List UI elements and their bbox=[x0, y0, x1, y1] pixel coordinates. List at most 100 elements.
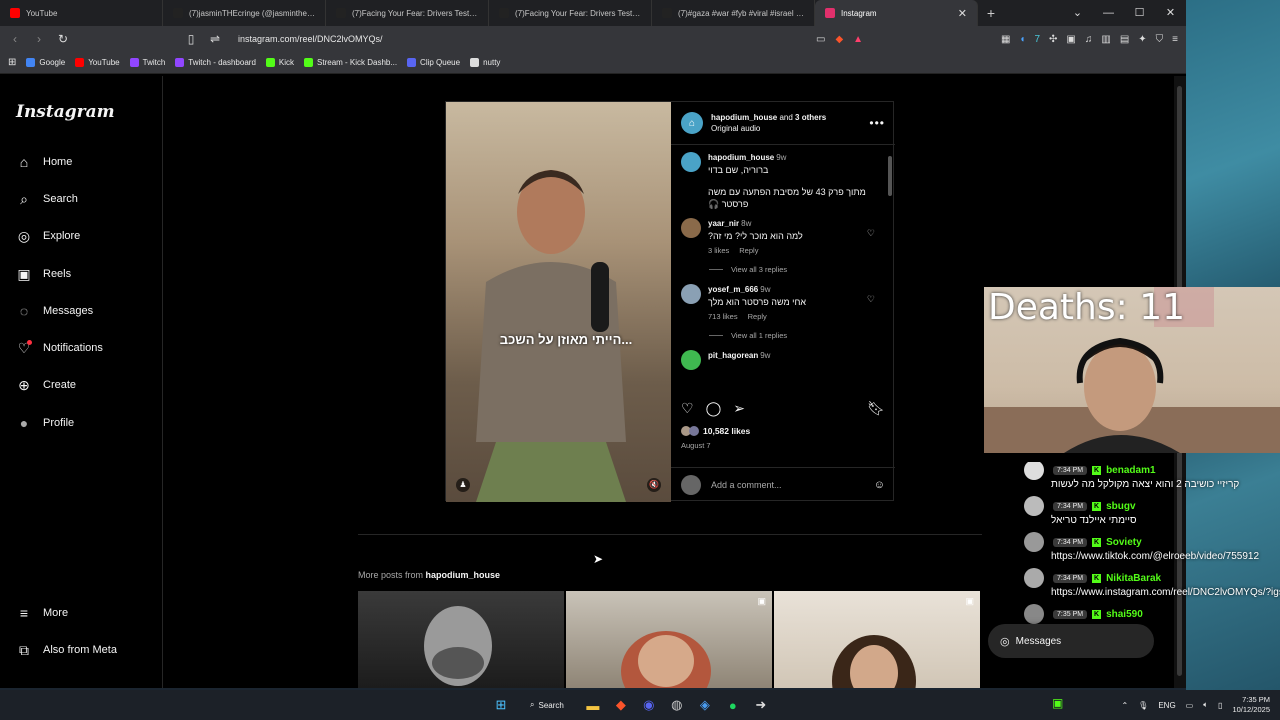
mute-icon[interactable]: 🔇 bbox=[647, 478, 661, 492]
comment-icon[interactable]: ◯ bbox=[706, 400, 722, 417]
nav-home[interactable]: ⌂ Home bbox=[15, 153, 73, 171]
likes-count[interactable]: 10,582 likes bbox=[681, 426, 750, 436]
browser-tab[interactable]: YouTube bbox=[0, 0, 163, 26]
save-icon[interactable]: 🔖︎ bbox=[867, 400, 885, 417]
chevron-down-icon[interactable]: ⌄ bbox=[1062, 0, 1093, 26]
tagged-user-icon[interactable]: ♟ bbox=[456, 478, 470, 492]
url-field[interactable]: instagram.com/reel/DNC2lvOMYQs/ bbox=[238, 34, 383, 44]
brave-browser-icon[interactable]: ◆ bbox=[612, 696, 630, 714]
bookmark-item[interactable]: Google bbox=[26, 58, 65, 67]
volume-icon[interactable]: 🔈︎ bbox=[1203, 700, 1208, 710]
browser-tab[interactable]: Instagram ✕ bbox=[815, 0, 978, 26]
obs-icon[interactable]: ◍ bbox=[668, 696, 686, 714]
language-indicator[interactable]: ENG bbox=[1158, 701, 1175, 710]
view-replies-button[interactable]: View all 3 replies bbox=[709, 265, 885, 274]
sound-icon[interactable]: ◖ bbox=[1019, 34, 1025, 45]
bookmark-page-icon[interactable]: ▯ bbox=[184, 32, 198, 46]
more-posts-user[interactable]: hapodium_house bbox=[426, 570, 501, 580]
taskbar-search[interactable]: ⌕ Search bbox=[520, 700, 574, 710]
comment-reply-button[interactable]: Reply bbox=[739, 245, 758, 257]
bookmark-item[interactable]: Clip Queue bbox=[407, 58, 460, 67]
comment-likes[interactable]: 713 likes bbox=[708, 311, 738, 323]
forward-icon[interactable]: › bbox=[32, 32, 46, 46]
view-replies-button[interactable]: View all 1 replies bbox=[709, 331, 885, 340]
post-thumbnail[interactable]: ▣ bbox=[566, 591, 772, 688]
spotify-icon[interactable]: ● bbox=[724, 696, 742, 714]
brave-shield-icon[interactable]: ◆ bbox=[835, 34, 843, 45]
tray-chevron-icon[interactable]: ⌃ bbox=[1121, 701, 1128, 710]
sidebar-icon[interactable]: ▥ bbox=[1101, 34, 1110, 45]
browser-tab[interactable]: (7)jasminTHEcringe (@jasminthecring bbox=[163, 0, 326, 26]
nav-profile[interactable]: ● Profile bbox=[15, 414, 74, 432]
nav-create[interactable]: ⊕ Create bbox=[15, 376, 76, 394]
bookmark-item[interactable]: Stream - Kick Dashb... bbox=[304, 58, 397, 67]
menu-icon[interactable]: ≡ bbox=[1172, 34, 1178, 45]
browser-tab[interactable]: (7)Facing Your Fear: Drivers Test Anxi bbox=[489, 0, 652, 26]
windows-start-icon[interactable]: ⊞ bbox=[492, 696, 510, 714]
comments-scrollbar[interactable] bbox=[887, 150, 893, 392]
comment-avatar[interactable] bbox=[681, 284, 701, 304]
battery-icon[interactable]: ▯ bbox=[1218, 701, 1222, 710]
comment-likes[interactable]: 3 likes bbox=[708, 245, 729, 257]
author-username[interactable]: hapodium_house bbox=[711, 113, 777, 122]
file-explorer-icon[interactable]: ▬ bbox=[584, 696, 602, 714]
wallet-icon[interactable]: ▤ bbox=[1120, 34, 1129, 45]
comment-like-icon[interactable]: ♡ bbox=[867, 228, 875, 239]
nav-more[interactable]: ≡ More bbox=[15, 604, 68, 622]
new-tab-icon[interactable]: + bbox=[978, 0, 1004, 26]
nav-reels[interactable]: ▣ Reels bbox=[15, 265, 71, 283]
close-icon[interactable]: ✕ bbox=[1155, 0, 1186, 26]
nav-also-from-meta[interactable]: ⧉ Also from Meta bbox=[15, 641, 117, 659]
screenshot-icon[interactable]: ▣ bbox=[1066, 34, 1075, 45]
post-thumbnail[interactable]: ▣ bbox=[774, 591, 980, 688]
brave-rewards-icon[interactable]: ▲ bbox=[853, 34, 863, 45]
reload-icon[interactable]: ↻ bbox=[56, 32, 70, 46]
instagram-logo[interactable]: Instagram bbox=[16, 102, 115, 122]
comment-reply-button[interactable]: Reply bbox=[748, 311, 767, 323]
comment-input[interactable]: Add a comment... bbox=[711, 480, 864, 490]
browser-tab[interactable]: (7)Facing Your Fear: Drivers Test Anxi bbox=[326, 0, 489, 26]
bookmark-item[interactable]: nutty bbox=[470, 58, 500, 67]
reel-video[interactable]: הייתי מאוזן על השכב... ♟ 🔇 bbox=[446, 102, 671, 502]
nav-explore[interactable]: ◎ Explore bbox=[15, 227, 80, 245]
seven-tv-icon[interactable]: 7 bbox=[1034, 34, 1040, 45]
bookmark-item[interactable]: Twitch - dashboard bbox=[175, 58, 256, 67]
discord-icon[interactable]: ◉ bbox=[640, 696, 658, 714]
comment-username[interactable]: pit_hagorean bbox=[708, 351, 758, 360]
puzzle-icon[interactable]: ✣ bbox=[1049, 34, 1057, 45]
kick-tray-icon[interactable]: ▣ bbox=[1052, 696, 1063, 710]
comment-like-icon[interactable]: ♡ bbox=[867, 294, 875, 305]
extension-icon[interactable]: ▦ bbox=[1001, 34, 1010, 45]
comment-username[interactable]: yosef_m_666 bbox=[708, 285, 758, 294]
close-tab-icon[interactable]: ✕ bbox=[958, 7, 967, 20]
site-info-icon[interactable]: ⇌ bbox=[208, 32, 222, 46]
nav-search[interactable]: ⌕ Search bbox=[15, 190, 78, 208]
comment-username[interactable]: yaar_nir bbox=[708, 219, 739, 228]
microphone-icon[interactable]: 🎙︎ bbox=[1138, 701, 1148, 710]
comment-avatar[interactable] bbox=[681, 350, 701, 370]
share-icon[interactable]: ➢ bbox=[733, 400, 745, 417]
post-thumbnail[interactable] bbox=[358, 591, 564, 688]
maximize-icon[interactable]: ☐ bbox=[1124, 0, 1155, 26]
apps-grid-icon[interactable]: ⊞ bbox=[8, 57, 16, 68]
comment-avatar[interactable] bbox=[681, 218, 701, 238]
taskbar-clock[interactable]: 7:35 PM 10/12/2025 bbox=[1232, 695, 1270, 715]
comment-avatar[interactable] bbox=[681, 152, 701, 172]
music-icon[interactable]: ♫ bbox=[1085, 34, 1093, 45]
leo-icon[interactable]: ✦ bbox=[1138, 34, 1146, 45]
audio-label[interactable]: Original audio bbox=[711, 123, 861, 134]
bookmark-item[interactable]: Kick bbox=[265, 58, 294, 67]
messages-button[interactable]: ◎ Messages bbox=[988, 624, 1154, 658]
minimize-icon[interactable]: — bbox=[1093, 0, 1124, 26]
author-avatar[interactable]: ⌂ bbox=[681, 112, 703, 134]
browser-tab[interactable]: (7)#gaza #war #fyb #viral #israel | Tik bbox=[652, 0, 815, 26]
comment-username[interactable]: hapodium_house bbox=[708, 153, 774, 162]
nav-messages[interactable]: ◌ Messages bbox=[15, 302, 93, 320]
app-diamond-icon[interactable]: ◈ bbox=[696, 696, 714, 714]
network-icon[interactable]: ▭ bbox=[1186, 701, 1194, 710]
cast-icon[interactable]: ▭ bbox=[816, 34, 825, 45]
like-icon[interactable]: ♡ bbox=[681, 400, 694, 417]
bookmark-item[interactable]: YouTube bbox=[75, 58, 120, 67]
collaborators-link[interactable]: 3 others bbox=[795, 113, 826, 122]
more-options-icon[interactable]: ••• bbox=[869, 116, 885, 130]
